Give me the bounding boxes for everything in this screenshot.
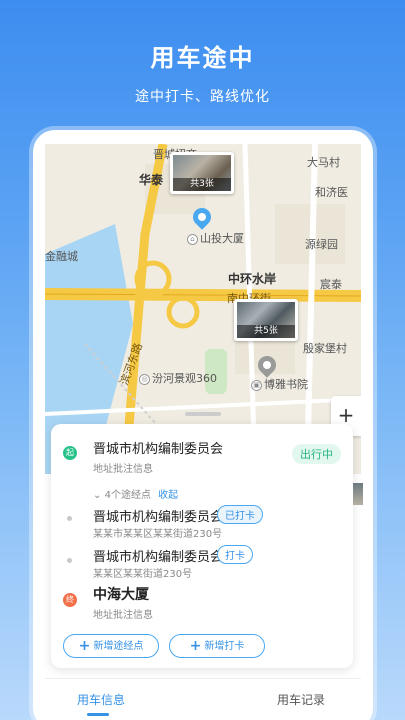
hero-subtitle: 途中打卡、路线优化	[135, 89, 270, 105]
map-label-rongcheng: 金融城	[45, 250, 78, 263]
checked-in-badge: 已打卡	[217, 505, 263, 524]
map-label-boya: ▣ 博雅书院	[251, 376, 308, 392]
map-label-shantou: ⌂ 山投大厦	[187, 230, 244, 246]
map-label-yuanlv: 源绿园	[305, 238, 338, 251]
collapse-link[interactable]: 收起	[158, 490, 178, 501]
scenic-icon: ◎	[139, 373, 150, 385]
photo-callout-2[interactable]: 共5张	[234, 299, 298, 341]
photo-thumbnail: 共5张	[237, 302, 295, 338]
school-icon: ▣	[251, 379, 262, 391]
map-label-heji: 和济医	[315, 186, 348, 199]
photo-thumbnail: 共3张	[173, 155, 231, 191]
bottom-tabs: 用车信息 用车记录	[45, 678, 361, 720]
trip-card: 起 晋城市机构编制委员会 地址批注信息 出行中 ⌄ 4个途经点 收起 晋城市机构…	[51, 424, 353, 668]
map-label-dama: 大马村	[307, 156, 340, 169]
status-badge: 出行中	[292, 444, 341, 464]
waypoint-dot	[67, 558, 72, 563]
start-title: 晋城市机构编制委员会	[93, 442, 224, 457]
waypoint-2-address: 某某区某某街道230号	[93, 569, 193, 580]
waypoint-2-title: 晋城市机构编制委员会	[93, 550, 224, 565]
waypoint-1-address: 某某市某某区某某街道230号	[93, 529, 223, 540]
end-badge: 终	[63, 593, 77, 607]
end-title: 中海大厦	[93, 587, 149, 603]
end-subtitle: 地址批注信息	[93, 610, 153, 621]
drag-handle[interactable]	[185, 412, 221, 416]
tab-vehicle-info[interactable]: 用车信息	[77, 691, 125, 708]
map-label-chentai: 宸泰	[320, 278, 342, 291]
start-badge: 起	[63, 446, 77, 460]
plus-icon: +	[78, 638, 91, 654]
map-label-yinjia: 殷家堡村	[303, 342, 347, 355]
photo-count: 共3张	[173, 178, 231, 191]
map-label-huatai: 华泰	[139, 173, 164, 187]
start-subtitle: 地址批注信息	[93, 464, 153, 475]
map-label-fenhe: ◎ 汾河景观360	[139, 370, 217, 386]
tab-vehicle-records[interactable]: 用车记录	[277, 691, 325, 708]
hero-title: 用车途中	[150, 44, 255, 72]
waypoints-summary: 4个途经点	[104, 490, 151, 501]
chevron-down-icon: ⌄	[93, 490, 102, 501]
plus-icon: +	[189, 638, 202, 654]
photo-count: 共5张	[237, 325, 295, 338]
active-tab-indicator	[87, 713, 109, 716]
add-waypoint-button[interactable]: + 新增途经点	[63, 634, 159, 658]
photo-callout-1[interactable]: 共3张	[170, 152, 234, 194]
add-checkin-button[interactable]: + 新增打卡	[169, 634, 265, 658]
phone-frame: 晋城招商 华泰 大马村 和济医 源绿园 宸泰 金融城 ⌂山投大厦 中环水岸 南中…	[33, 130, 373, 720]
side-photo-peek	[353, 483, 363, 505]
waypoints-toggle[interactable]: ⌄ 4个途经点 收起	[93, 486, 178, 501]
building-icon: ⌂	[187, 233, 198, 245]
map-label-zhonghuan: 中环水岸	[228, 272, 277, 286]
checkin-button[interactable]: 打卡	[217, 545, 253, 564]
waypoint-1-title: 晋城市机构编制委员会	[93, 510, 224, 525]
waypoint-dot	[67, 516, 72, 521]
